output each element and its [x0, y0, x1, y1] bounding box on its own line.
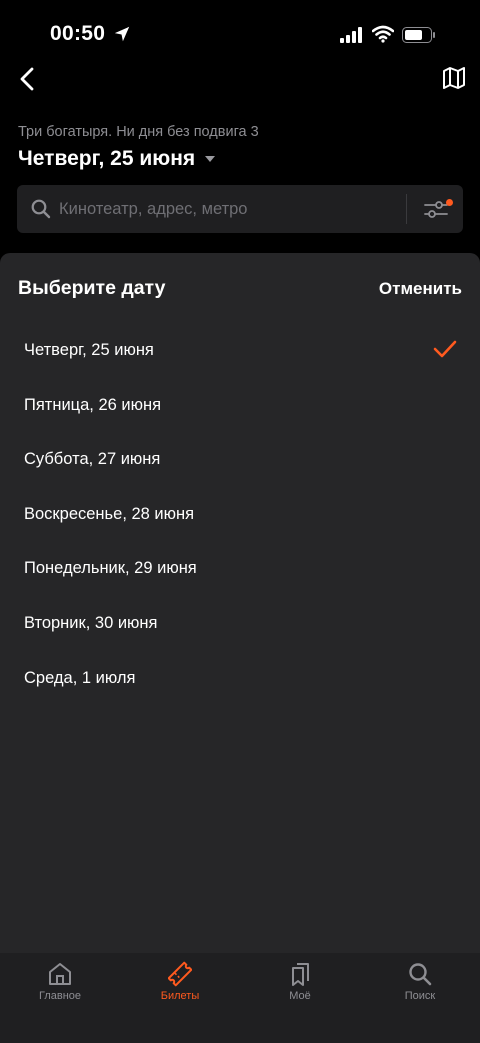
date-option-4[interactable]: Понедельник, 29 июня — [0, 541, 480, 596]
filter-active-indicator — [446, 199, 453, 206]
date-option-label: Воскресенье, 28 июня — [24, 504, 195, 523]
home-icon — [49, 963, 71, 985]
date-selection-sheet: Выберите дату Отменить Четверг, 25 июня … — [0, 253, 480, 953]
search-icon — [31, 199, 51, 219]
checkmark-icon — [433, 340, 457, 358]
tab-mine[interactable]: Моё — [240, 953, 360, 1043]
tab-label: Моё — [289, 990, 311, 1002]
divider — [406, 194, 407, 224]
date-option-label: Среда, 1 июля — [24, 668, 136, 687]
date-option-3[interactable]: Воскресенье, 28 июня — [0, 487, 480, 542]
tab-label: Билеты — [160, 990, 200, 1002]
selected-date-label: Четверг, 25 июня — [18, 147, 196, 170]
tab-label: Главное — [38, 990, 82, 1002]
date-option-2[interactable]: Суббота, 27 июня — [0, 432, 480, 487]
search-icon — [409, 963, 432, 986]
battery-icon — [402, 27, 435, 43]
location-arrow-icon — [114, 26, 130, 42]
status-bar: 00:50 — [0, 0, 480, 60]
date-option-1[interactable]: Пятница, 26 июня — [0, 378, 480, 433]
date-option-label: Пятница, 26 июня — [24, 395, 162, 414]
date-option-label: Вторник, 30 июня — [24, 613, 158, 632]
search-bar[interactable]: Кинотеатр, адрес, метро — [17, 185, 463, 233]
cellular-signal-icon — [340, 27, 362, 43]
wifi-icon — [372, 25, 394, 43]
date-option-label: Четверг, 25 июня — [24, 341, 154, 359]
date-option-0[interactable]: Четверг, 25 июня — [0, 323, 480, 378]
caret-down-icon — [205, 156, 216, 162]
movie-title: Три богатыря. Ни дня без подвига 3 — [18, 124, 259, 140]
bookmark-icon — [292, 963, 309, 986]
map-icon[interactable] — [442, 66, 466, 90]
date-option-label: Понедельник, 29 июня — [24, 559, 197, 578]
date-option-6[interactable]: Среда, 1 июля — [0, 651, 480, 706]
status-time: 00:50 — [50, 22, 106, 45]
back-chevron-icon[interactable] — [14, 64, 42, 94]
date-list: Четверг, 25 июня Пятница, 26 июня Суббот… — [0, 323, 480, 705]
tab-label: Поиск — [404, 990, 436, 1002]
date-option-label: Суббота, 27 июня — [24, 450, 161, 469]
tab-bar: Главное Билеты Моё Поиск — [0, 953, 480, 1043]
date-picker-button[interactable]: Четверг, 25 июня — [18, 147, 216, 171]
cancel-button[interactable]: Отменить — [379, 279, 462, 299]
sheet-title: Выберите дату — [18, 277, 166, 299]
ticket-icon — [168, 961, 192, 987]
tab-home[interactable]: Главное — [0, 953, 120, 1043]
tab-search[interactable]: Поиск — [360, 953, 480, 1043]
search-input[interactable]: Кинотеатр, адрес, метро — [59, 200, 247, 219]
date-option-5[interactable]: Вторник, 30 июня — [0, 596, 480, 651]
tab-tickets[interactable]: Билеты — [120, 953, 240, 1043]
